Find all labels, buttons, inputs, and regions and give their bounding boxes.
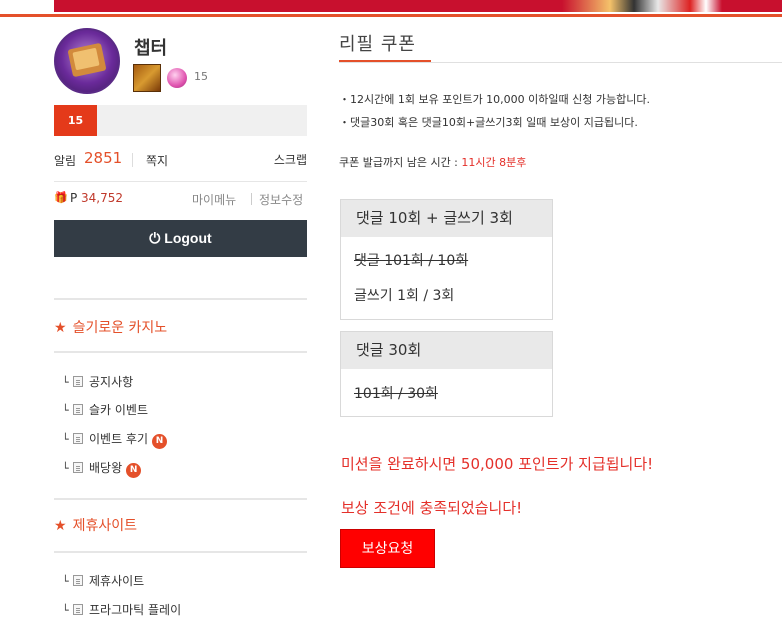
tree-branch-icon: └ <box>62 376 69 389</box>
level-progress-fill: 15 <box>54 105 97 136</box>
banner-art <box>562 0 722 12</box>
info-line-2: ・댓글30회 혹은 댓글10회+글쓰기3회 일때 보상이 지급됩니다. <box>339 116 638 129</box>
gem-icon <box>167 68 187 88</box>
new-badge: N <box>152 434 168 449</box>
power-icon: ⏻ <box>149 230 161 246</box>
document-icon <box>73 462 83 473</box>
document-icon <box>73 433 83 444</box>
points-row: 🎁 P 34,752 마이메뉴 정보수정 <box>54 189 307 209</box>
level-progress-bar: 15 <box>54 105 307 136</box>
page-title: 리필 쿠폰 <box>339 34 416 55</box>
mission-box-header: 댓글 10회 + 글쓰기 3회 <box>341 200 552 237</box>
point-value: 34,752 <box>81 191 123 205</box>
top-accent-line <box>0 14 782 17</box>
scrap-link[interactable]: 스크랩 <box>274 151 307 168</box>
gem-count: 15 <box>194 70 208 83</box>
new-badge: N <box>126 463 142 478</box>
mission-progress-comments: 101회 / 30회 <box>354 386 438 402</box>
document-icon <box>73 376 83 387</box>
username: 챕터 <box>134 38 168 59</box>
memo-link[interactable]: 쪽지 <box>146 152 168 169</box>
logout-button[interactable]: ⏻ Logout <box>54 220 307 257</box>
user-actions-row: 알림 2851 쪽지 스크랩 <box>54 149 307 170</box>
nav-item-label: 프라그마틱 플레이 <box>89 603 182 617</box>
document-icon <box>73 604 83 615</box>
mission-progress-comments: 댓글 101회 / 10회 <box>354 253 469 269</box>
nav-item-event-review[interactable]: └ 이벤트 후기 N <box>62 431 168 449</box>
nav-item-dividend[interactable]: └ 배당왕 N <box>62 460 142 478</box>
nav-item-label: 이벤트 후기 <box>89 432 149 446</box>
alarm-label[interactable]: 알림 <box>54 152 76 169</box>
alarm-count[interactable]: 2851 <box>84 149 122 167</box>
mission-progress-posts: 글쓰기 1회 / 3회 <box>354 288 455 304</box>
tree-branch-icon: └ <box>62 433 69 446</box>
star-icon: ★ <box>54 518 67 534</box>
section-title-casino: ★ 슬기로운 카지노 <box>54 317 167 337</box>
reward-request-button[interactable]: 보상요청 <box>340 529 435 568</box>
mymenu-link[interactable]: 마이메뉴 <box>192 191 236 208</box>
star-icon: ★ <box>54 320 67 336</box>
mission-box-combo: 댓글 10회 + 글쓰기 3회 댓글 101회 / 10회 글쓰기 1회 / 3… <box>340 199 553 320</box>
coupon-timer: 쿠폰 발급까지 남은 시간 : 11시간 8분후 <box>339 154 526 170</box>
section-divider <box>54 498 307 500</box>
section-title-text: 슬기로운 카지노 <box>72 320 168 336</box>
tree-branch-icon: └ <box>62 604 69 617</box>
section-divider <box>54 351 307 353</box>
info-line-1: ・12시간에 1회 보유 포인트가 10,000 이하일때 신청 가능합니다. <box>339 93 650 106</box>
nav-item-label: 제휴사이트 <box>89 574 145 588</box>
timer-value: 11시간 8분후 <box>461 156 527 169</box>
avatar[interactable] <box>54 28 120 94</box>
level-icon <box>133 64 161 92</box>
section-divider <box>54 298 307 300</box>
top-banner <box>54 0 782 12</box>
mission-box-header: 댓글 30회 <box>341 332 552 369</box>
logout-label: Logout <box>164 230 212 246</box>
edit-profile-link[interactable]: 정보수정 <box>259 191 303 208</box>
document-icon <box>73 404 83 415</box>
nav-item-notice[interactable]: └ 공지사항 <box>62 374 133 390</box>
section-title-partners: ★ 제휴사이트 <box>54 515 137 535</box>
divider <box>54 181 307 182</box>
gift-icon: 🎁 <box>54 191 68 204</box>
mission-message: 미션을 완료하시면 50,000 포인트가 지급됩니다! <box>341 455 654 473</box>
title-divider <box>339 62 782 63</box>
nav-item-event[interactable]: └ 슬카 이벤트 <box>62 402 148 418</box>
tree-branch-icon: └ <box>62 404 69 417</box>
nav-item-label: 슬카 이벤트 <box>89 403 149 417</box>
mission-box-comments: 댓글 30회 101회 / 30회 <box>340 331 553 417</box>
document-icon <box>73 575 83 586</box>
nav-item-partner-site[interactable]: └ 제휴사이트 <box>62 573 144 589</box>
nav-item-label: 공지사항 <box>89 375 134 389</box>
nav-item-label: 배당왕 <box>89 461 123 475</box>
section-divider <box>54 551 307 553</box>
nav-item-pragmatic-play[interactable]: └ 프라그마틱 플레이 <box>62 602 181 618</box>
timer-label: 쿠폰 발급까지 남은 시간 : <box>339 156 462 169</box>
reward-status-message: 보상 조건에 충족되었습니다! <box>341 499 523 517</box>
section-title-text: 제휴사이트 <box>72 518 137 534</box>
tree-branch-icon: └ <box>62 462 69 475</box>
divider <box>132 153 133 167</box>
tree-branch-icon: └ <box>62 575 69 588</box>
divider <box>251 193 252 205</box>
point-prefix: P <box>70 191 78 205</box>
